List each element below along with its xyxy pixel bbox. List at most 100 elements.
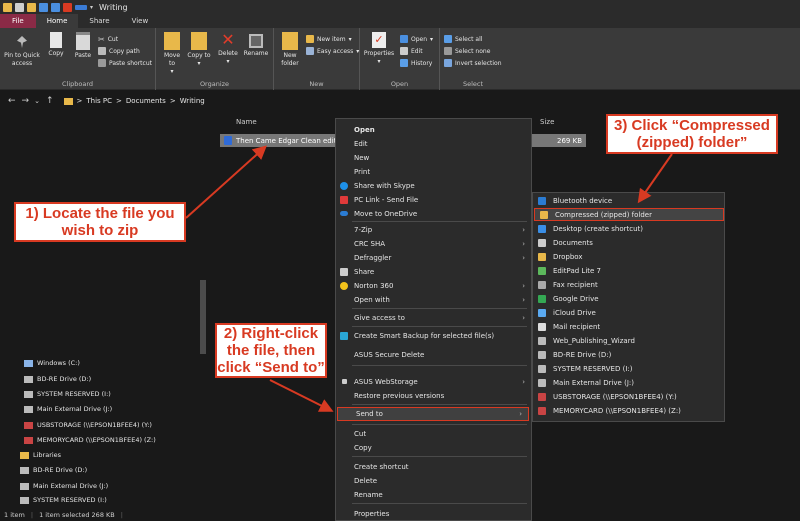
select-group-label: Select: [462, 80, 484, 88]
forward-arrow-icon[interactable]: →: [22, 96, 30, 106]
menu-item-norton[interactable]: Norton 360 ›: [336, 279, 531, 292]
rename-button[interactable]: Rename: [242, 32, 270, 58]
send-to-bd-re[interactable]: BD-RE Drive (D:): [533, 348, 724, 361]
send-to-google-drive[interactable]: Google Drive: [533, 292, 724, 305]
properties-button[interactable]: ✓ Properties ▾: [362, 32, 396, 66]
nav-item-memorycard[interactable]: MEMORYCARD (\\EPSON1BFEE4) (Z:): [24, 436, 156, 444]
tab-share[interactable]: Share: [78, 14, 120, 28]
tab-view[interactable]: View: [121, 14, 160, 28]
copy-button[interactable]: Copy: [45, 32, 67, 58]
menu-item-open[interactable]: Open: [336, 123, 531, 136]
copy-to-button[interactable]: Copy to ▾: [187, 32, 211, 68]
paste-shortcut-button[interactable]: Paste shortcut: [98, 58, 152, 68]
send-to-dropbox[interactable]: Dropbox: [533, 250, 724, 263]
breadcrumb[interactable]: > This PC > Documents > Writing: [63, 97, 205, 105]
chevron-down-icon[interactable]: ▾: [90, 4, 93, 11]
menu-item-properties[interactable]: Properties: [336, 507, 531, 520]
menu-item-pc-link[interactable]: PC Link - Send File: [336, 193, 531, 206]
paste-button[interactable]: Paste: [71, 32, 95, 60]
breadcrumb-this-pc[interactable]: This PC: [86, 97, 112, 105]
select-none-button[interactable]: Select none: [444, 46, 490, 56]
nav-item-bd-re[interactable]: BD-RE Drive (D:): [24, 375, 91, 383]
send-to-system-reserved[interactable]: SYSTEM RESERVED (I:): [533, 362, 724, 375]
menu-item-onedrive[interactable]: Move to OneDrive: [336, 207, 531, 220]
quick-access-toolbar: ▾: [0, 0, 93, 14]
nav-item-main-external[interactable]: Main External Drive (J:): [24, 405, 112, 413]
send-to-editpad[interactable]: EditPad Lite 7: [533, 264, 724, 277]
pin-to-quick-access-button[interactable]: Pin to Quick access: [2, 32, 42, 68]
cut-button[interactable]: ✂ Cut: [98, 34, 118, 44]
send-to-compressed-folder[interactable]: Compressed (zipped) folder: [534, 208, 724, 221]
send-to-icloud[interactable]: iCloud Drive: [533, 306, 724, 319]
menu-item-copy[interactable]: Copy: [336, 441, 531, 454]
disc-drive-icon: [24, 375, 33, 383]
breadcrumb-documents[interactable]: Documents: [126, 97, 166, 105]
send-to-main-external[interactable]: Main External Drive (J:): [533, 376, 724, 389]
menu-item-new[interactable]: New: [336, 151, 531, 164]
nav-item-system-reserved[interactable]: SYSTEM RESERVED (I:): [24, 390, 111, 398]
properties-icon[interactable]: [15, 2, 24, 12]
menu-item-give-access[interactable]: Give access to ›: [336, 311, 531, 324]
menu-item-asus-webstorage[interactable]: ASUS WebStorage ›: [336, 375, 531, 388]
new-folder-button[interactable]: New folder: [278, 32, 302, 68]
nav-item-main-external-2[interactable]: Main External Drive (J:): [20, 482, 108, 490]
back-arrow-icon[interactable]: ←: [8, 96, 16, 106]
menu-item-asus-secure-delete[interactable]: ASUS Secure Delete: [336, 348, 531, 361]
menu-item-send-to[interactable]: Send to ›: [337, 407, 529, 421]
nav-item-libraries[interactable]: Libraries: [20, 451, 61, 459]
select-all-button[interactable]: Select all: [444, 34, 482, 44]
chevron-down-icon: ▾: [430, 35, 434, 43]
delete-button[interactable]: ✕ Delete ▾: [216, 32, 240, 66]
nav-item-system-reserved-2[interactable]: SYSTEM RESERVED (I:): [20, 496, 107, 504]
edit-button[interactable]: Edit: [400, 46, 423, 56]
undo-icon[interactable]: [39, 2, 48, 12]
menu-item-open-with[interactable]: Open with ›: [336, 293, 531, 306]
menu-item-share[interactable]: Share: [336, 265, 531, 278]
menu-item-restore-versions[interactable]: Restore previous versions: [336, 389, 531, 402]
menu-item-defraggler[interactable]: Defraggler ›: [336, 251, 531, 264]
menu-item-cut[interactable]: Cut: [336, 427, 531, 440]
redo-icon[interactable]: [51, 2, 60, 12]
nav-item-windows[interactable]: Windows (C:): [24, 359, 80, 367]
tab-home[interactable]: Home: [35, 14, 79, 28]
send-to-usbstorage[interactable]: USBSTORAGE (\\EPSON1BFEE4) (Y:): [533, 390, 724, 403]
menu-item-rename[interactable]: Rename: [336, 488, 531, 501]
menu-item-smart-backup[interactable]: Create Smart Backup for selected file(s): [336, 329, 531, 342]
send-to-fax[interactable]: Fax recipient: [533, 278, 724, 291]
chevron-down-icon[interactable]: ⌄: [34, 97, 40, 105]
chevron-right-icon: ›: [519, 410, 522, 418]
send-to-bluetooth[interactable]: Bluetooth device: [533, 194, 724, 207]
breadcrumb-writing[interactable]: Writing: [180, 97, 205, 105]
new-folder-icon[interactable]: [27, 2, 36, 12]
copy-path-button[interactable]: Copy path: [98, 46, 140, 56]
menu-item-edit[interactable]: Edit: [336, 137, 531, 150]
easy-access-button[interactable]: Easy access ▾: [306, 46, 359, 56]
history-button[interactable]: History: [400, 58, 432, 68]
menu-item-create-shortcut[interactable]: Create shortcut: [336, 460, 531, 473]
move-to-button[interactable]: Move to ▾: [160, 32, 184, 76]
open-button[interactable]: Open ▾: [400, 34, 433, 44]
nav-item-usbstorage[interactable]: USBSTORAGE (\\EPSON1BFEE4) (Y:): [24, 421, 152, 429]
menu-item-print[interactable]: Print: [336, 165, 531, 178]
menu-item-crc-sha[interactable]: CRC SHA ›: [336, 237, 531, 250]
column-header-size[interactable]: Size: [540, 118, 554, 126]
send-to-documents[interactable]: Documents: [533, 236, 724, 249]
menu-item-delete[interactable]: Delete: [336, 474, 531, 487]
invert-selection-button[interactable]: Invert selection: [444, 58, 502, 68]
menu-item-7zip[interactable]: 7-Zip ›: [336, 223, 531, 236]
new-item-button[interactable]: New item ▾: [306, 34, 352, 44]
menu-item-share-skype[interactable]: Share with Skype: [336, 179, 531, 192]
up-arrow-icon[interactable]: ↑: [46, 96, 54, 106]
send-to-mail[interactable]: Mail recipient: [533, 320, 724, 333]
delete-icon[interactable]: [63, 2, 72, 12]
nav-scrollbar[interactable]: [200, 280, 206, 354]
tab-file[interactable]: File: [0, 14, 36, 28]
column-header-name[interactable]: Name: [236, 118, 257, 126]
nav-item-bd-re-2[interactable]: BD-RE Drive (D:): [20, 466, 87, 474]
menu-separator: [352, 221, 527, 222]
history-icon: [400, 59, 408, 67]
send-to-desktop[interactable]: Desktop (create shortcut): [533, 222, 724, 235]
send-to-web-publishing[interactable]: Web_Publishing_Wizard: [533, 334, 724, 347]
flag-icon[interactable]: [75, 4, 87, 10]
send-to-memorycard[interactable]: MEMORYCARD (\\EPSON1BFEE4) (Z:): [533, 404, 724, 417]
